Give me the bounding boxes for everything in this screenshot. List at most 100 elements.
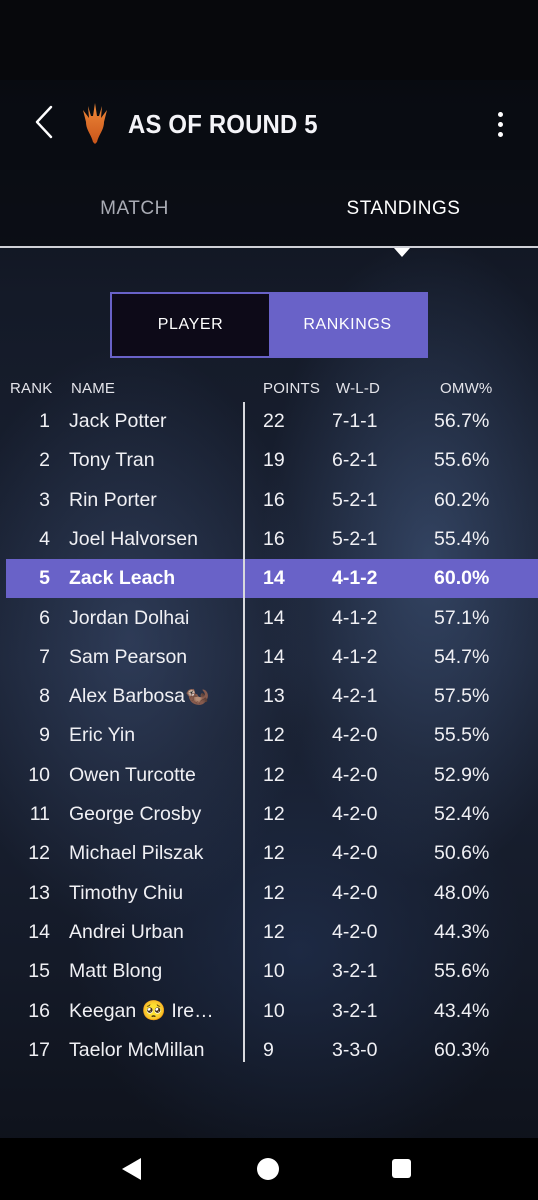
rank-cell: 7: [39, 645, 50, 668]
omw-cell: 54.7%: [434, 645, 490, 668]
wld-cell: 3-2-1: [332, 960, 378, 983]
table-row[interactable]: 4 Joel Halvorsen 16 5-2-1 55.4%: [0, 520, 538, 559]
omw-cell: 60.2%: [434, 488, 490, 511]
rank-cell: 1: [39, 410, 50, 432]
wld-cell: 4-2-0: [332, 881, 378, 904]
rank-cell: 14: [28, 920, 50, 943]
player-toggle-button[interactable]: PLAYER: [112, 294, 269, 356]
points-cell: 12: [263, 724, 285, 747]
wld-cell: 5-2-1: [332, 488, 378, 511]
name-cell: Eric Yin: [69, 724, 136, 747]
points-cell: 14: [263, 645, 285, 668]
table-row[interactable]: 12 Michael Pilszak 12 4-2-0 50.6%: [0, 834, 538, 873]
column-divider: [243, 402, 245, 1062]
omw-cell: 57.5%: [434, 685, 490, 708]
omw-cell: 56.7%: [434, 410, 490, 432]
name-cell: Joel Halvorsen: [69, 527, 198, 550]
wld-cell: 4-1-2: [332, 645, 378, 668]
wld-cell: 4-1-2: [332, 606, 378, 629]
column-header-omw: OMW%: [440, 380, 493, 397]
status-bar: [0, 0, 538, 80]
points-cell: 12: [263, 881, 285, 904]
name-cell: Matt Blong: [69, 960, 163, 983]
omw-cell: 50.6%: [434, 842, 490, 865]
wld-cell: 4-2-1: [332, 685, 378, 708]
omw-cell: 48.0%: [434, 881, 490, 904]
wld-cell: 4-2-0: [332, 724, 378, 747]
active-tab-indicator: [394, 248, 410, 257]
back-button[interactable]: [26, 102, 62, 142]
rankings-toggle-button[interactable]: RANKINGS: [269, 294, 426, 356]
points-cell: 12: [263, 803, 285, 825]
name-cell: George Crosby: [69, 803, 202, 825]
name-cell: Jordan Dolhai: [69, 606, 190, 629]
name-cell: Sam Pearson: [69, 645, 188, 668]
name-cell: Alex Barbosa🦦: [69, 685, 210, 708]
table-row[interactable]: 15 Matt Blong 10 3-2-1 55.6%: [0, 952, 538, 991]
rank-cell: 9: [39, 724, 50, 747]
omw-cell: 55.5%: [434, 724, 490, 747]
column-header-name: NAME: [71, 380, 116, 397]
table-row[interactable]: 16 Keegan 🥺 Ire… 10 3-2-1 43.4%: [0, 992, 538, 1031]
column-header-rank: RANK: [10, 380, 53, 397]
nav-recents-icon[interactable]: [392, 1159, 411, 1178]
page-title: AS OF ROUND 5: [128, 109, 318, 139]
table-row[interactable]: 2 Tony Tran 19 6-2-1 55.6%: [0, 441, 538, 480]
tab-standings[interactable]: STANDINGS: [269, 170, 538, 248]
omw-cell: 52.9%: [434, 763, 490, 786]
wld-cell: 6-2-1: [332, 449, 378, 472]
omw-cell: 55.6%: [434, 960, 490, 983]
points-cell: 9: [263, 1038, 274, 1061]
table-row[interactable]: 11 George Crosby 12 4-2-0 52.4%: [0, 795, 538, 834]
rank-cell: 11: [29, 803, 50, 825]
table-row-current-player[interactable]: 5 Zack Leach 14 4-1-2 60.0%: [6, 559, 538, 599]
name-cell: Timothy Chiu: [69, 881, 184, 904]
wld-cell: 4-2-0: [332, 763, 378, 786]
table-row[interactable]: 14 Andrei Urban 12 4-2-0 44.3%: [0, 913, 538, 952]
table-row[interactable]: 1 Jack Potter 22 7-1-1 56.7%: [0, 402, 538, 441]
points-cell: 16: [263, 527, 285, 550]
wld-cell: 4-2-0: [332, 842, 378, 865]
points-cell: 13: [263, 685, 285, 708]
rank-cell: 8: [39, 685, 50, 708]
more-options-button[interactable]: [486, 104, 514, 144]
points-cell: 14: [263, 606, 285, 629]
planeswalker-logo-icon: [78, 100, 112, 144]
table-row[interactable]: 8 Alex Barbosa🦦 13 4-2-1 57.5%: [0, 677, 538, 716]
omw-cell: 55.4%: [434, 527, 490, 550]
omw-cell: 60.0%: [434, 567, 490, 590]
chevron-left-icon: [35, 105, 53, 139]
rank-cell: 17: [28, 1038, 50, 1061]
points-cell: 22: [263, 410, 285, 432]
wld-cell: 3-2-1: [332, 999, 378, 1022]
name-cell: Keegan 🥺 Ire…: [69, 999, 214, 1022]
name-cell: Jack Potter: [69, 410, 167, 432]
table-row[interactable]: 6 Jordan Dolhai 14 4-1-2 57.1%: [0, 599, 538, 638]
rank-cell: 16: [28, 999, 50, 1022]
name-cell: Andrei Urban: [69, 920, 184, 943]
name-cell: Tony Tran: [69, 449, 155, 472]
nav-back-icon[interactable]: [122, 1158, 141, 1180]
tab-match[interactable]: MATCH: [0, 170, 269, 248]
table-row[interactable]: 9 Eric Yin 12 4-2-0 55.5%: [0, 716, 538, 755]
rank-cell: 2: [39, 449, 50, 472]
omw-cell: 55.6%: [434, 449, 490, 472]
points-cell: 12: [263, 763, 285, 786]
table-row[interactable]: 13 Timothy Chiu 12 4-2-0 48.0%: [0, 874, 538, 913]
name-cell: Michael Pilszak: [69, 842, 204, 865]
rank-cell: 15: [28, 960, 50, 983]
omw-cell: 60.3%: [434, 1038, 490, 1061]
points-cell: 12: [263, 920, 285, 943]
points-cell: 10: [263, 960, 285, 983]
table-row[interactable]: 10 Owen Turcotte 12 4-2-0 52.9%: [0, 756, 538, 795]
table-row[interactable]: 17 Taelor McMillan 9 3-3-0 60.3%: [0, 1031, 538, 1070]
wld-cell: 4-2-0: [332, 920, 378, 943]
omw-cell: 44.3%: [434, 920, 490, 943]
rank-cell: 5: [39, 567, 50, 590]
nav-home-icon[interactable]: [257, 1158, 279, 1180]
tab-bar: MATCH STANDINGS: [0, 170, 538, 248]
table-row[interactable]: 3 Rin Porter 16 5-2-1 60.2%: [0, 481, 538, 520]
rank-cell: 3: [39, 488, 50, 511]
table-row[interactable]: 7 Sam Pearson 14 4-1-2 54.7%: [0, 638, 538, 677]
wld-cell: 3-3-0: [332, 1038, 378, 1061]
